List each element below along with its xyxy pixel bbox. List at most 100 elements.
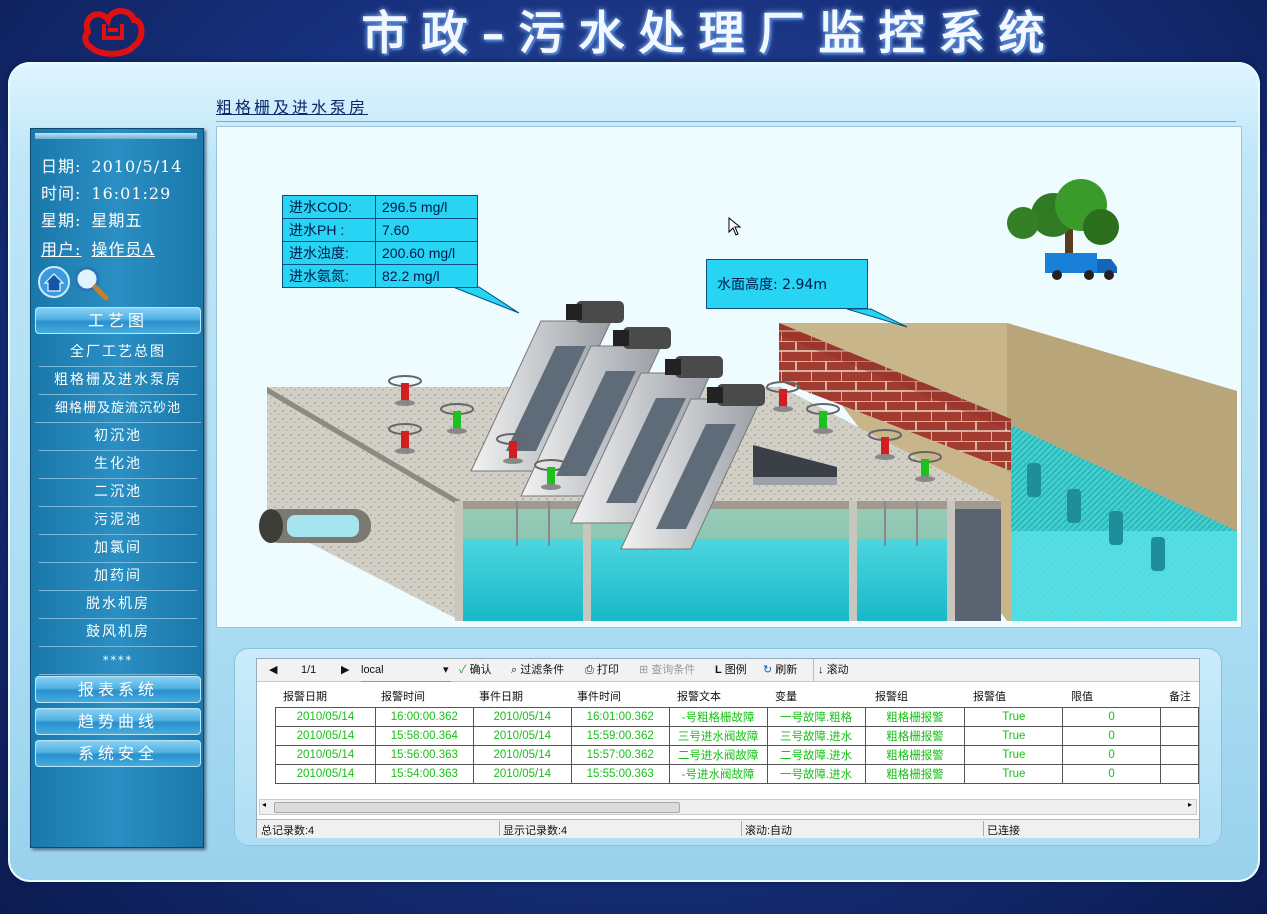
col-header[interactable]: 事件日期: [479, 688, 523, 704]
cell: [1160, 745, 1199, 765]
home-icon[interactable]: [37, 265, 71, 299]
horizontal-scrollbar[interactable]: ◂ ▸: [259, 799, 1197, 815]
scroll-mode: 滚动:自动: [745, 825, 793, 837]
section-report-button[interactable]: 报表系统: [35, 676, 201, 703]
tree-icon: [1007, 179, 1119, 255]
print-label: 打印: [596, 664, 619, 676]
quality-label: 进水氨氮:: [283, 265, 376, 287]
menu-item-overall[interactable]: 全厂工艺总图: [39, 339, 197, 367]
quality-row-turbidity: 进水浊度: 200.60 mg/l: [283, 242, 477, 265]
cell: 2010/05/14: [275, 745, 376, 765]
menu-item-chlorination[interactable]: 加氯间: [39, 535, 197, 563]
quality-row-ammonia: 进水氨氮: 82.2 mg/l: [283, 265, 477, 287]
sidebar-top-edge: [35, 133, 197, 139]
menu-item-dosing[interactable]: 加药间: [39, 563, 197, 591]
prev-page-button[interactable]: ◀: [269, 659, 277, 681]
search-icon: ⌕: [511, 664, 518, 676]
col-header[interactable]: 备注: [1169, 688, 1191, 704]
col-header[interactable]: 事件时间: [577, 688, 621, 704]
cell: 粗格栅报警: [864, 764, 966, 784]
alarm-viewer: ◀ 1/1 ▶ local ▾ ✓ 确认 ⌕ 过滤条件 ⎙ 打印 ⊞ 查询条件 …: [256, 658, 1200, 838]
time-value: 16:01:29: [91, 184, 172, 203]
cell: 一号故障.进水: [766, 764, 866, 784]
cell: 一号故障.粗格: [766, 707, 866, 727]
logo-emblem: [82, 8, 145, 57]
quality-row-cod: 进水COD: 296.5 mg/l: [283, 196, 477, 219]
alarm-row[interactable]: 2010/05/14 15:56:00.363 2010/05/14 15:57…: [275, 745, 1199, 765]
cell: 三号进水阀故障: [668, 726, 768, 746]
col-header[interactable]: 报警文本: [677, 688, 721, 704]
cell: 0: [1062, 707, 1162, 727]
scroll-right-icon[interactable]: ▸: [1188, 800, 1192, 809]
menu-item-fine-screen[interactable]: 细格栅及旋流沉砂池: [35, 395, 201, 423]
section-process-button[interactable]: 工艺图: [35, 307, 201, 334]
check-icon: ✓: [459, 664, 467, 676]
cell: True: [964, 707, 1064, 727]
water-level-callout: 水面高度: 2.94m: [706, 259, 868, 309]
cell: 2010/05/14: [275, 764, 376, 784]
status-divider: [499, 821, 500, 836]
header: 市政–污水处理厂监控系统: [0, 0, 1267, 66]
filter-button[interactable]: ⌕ 过滤条件: [511, 659, 564, 681]
scroll-button[interactable]: ↓ 滚动: [813, 659, 849, 681]
query-button[interactable]: ⊞ 查询条件: [639, 659, 695, 681]
quality-value: 200.60 mg/l: [382, 245, 456, 261]
cell: -号粗格栅故障: [668, 707, 768, 727]
cell: 15:56:00.363: [374, 745, 474, 765]
cell: 2010/05/14: [275, 726, 376, 746]
section-security-button[interactable]: 系统安全: [35, 740, 201, 767]
alarm-row[interactable]: 2010/05/14 16:00:00.362 2010/05/14 16:01…: [275, 707, 1199, 727]
section-trend-button[interactable]: 趋势曲线: [35, 708, 201, 735]
date-label: 日期:: [41, 157, 82, 176]
filter-label: 过滤条件: [520, 664, 565, 676]
menu-item-coarse-screen[interactable]: 粗格栅及进水泵房: [39, 367, 197, 395]
next-page-button[interactable]: ▶: [341, 659, 349, 681]
col-header[interactable]: 变量: [775, 688, 797, 704]
user-row[interactable]: 用户: 操作员A: [41, 236, 155, 260]
cell: True: [964, 745, 1064, 765]
alarm-row[interactable]: 2010/05/14 15:58:00.364 2010/05/14 15:59…: [275, 726, 1199, 746]
alarm-row[interactable]: 2010/05/14 15:54:00.363 2010/05/14 15:55…: [275, 764, 1199, 784]
col-header[interactable]: 报警组: [875, 688, 908, 704]
quality-label: 进水PH :: [283, 219, 376, 241]
page-indicator: 1/1: [301, 664, 317, 676]
cell: 二号故障.进水: [766, 745, 866, 765]
weekday-label: 星期:: [41, 211, 82, 230]
cell: 2010/05/14: [472, 707, 572, 727]
quality-label: 进水COD:: [283, 196, 376, 218]
printer-icon: ⎙: [585, 664, 594, 676]
menu-item-bio-tank[interactable]: 生化池: [39, 451, 197, 479]
menu-item-secondary-clarifier[interactable]: 二沉池: [39, 479, 197, 507]
scroll-left-icon[interactable]: ◂: [262, 800, 266, 809]
col-header[interactable]: 限值: [1071, 688, 1093, 704]
menu-item-primary-clarifier[interactable]: 初沉池: [39, 423, 197, 451]
zoom-icon[interactable]: [73, 265, 109, 301]
cell: -号进水阀故障: [668, 764, 768, 784]
cell: 15:59:00.362: [570, 726, 670, 746]
sidebar: 日期: 2010/5/14 时间: 16:01:29 星期: 星期五 用户: 操作员A …: [30, 128, 204, 848]
col-header[interactable]: 报警值: [973, 688, 1006, 704]
quality-value: 82.2 mg/l: [382, 268, 440, 284]
cell: 15:57:00.362: [570, 745, 670, 765]
legend-button[interactable]: L 图例: [715, 659, 747, 681]
cell: 15:55:00.363: [570, 764, 670, 784]
alarm-grid: 2010/05/14 16:00:00.362 2010/05/14 16:01…: [275, 707, 1199, 784]
menu-item-sludge-tank[interactable]: 污泥池: [39, 507, 197, 535]
query-label: 查询条件: [651, 664, 696, 676]
source-select[interactable]: local ▾: [361, 659, 451, 682]
col-header[interactable]: 报警时间: [381, 688, 425, 704]
quality-row-ph: 进水PH : 7.60: [283, 219, 477, 242]
legend-icon: L: [715, 664, 722, 676]
cell: True: [964, 726, 1064, 746]
cell: [1160, 726, 1199, 746]
print-button[interactable]: ⎙ 打印: [585, 659, 619, 681]
alarm-toolbar: ◀ 1/1 ▶ local ▾ ✓ 确认 ⌕ 过滤条件 ⎙ 打印 ⊞ 查询条件 …: [257, 659, 1199, 682]
menu-item-placeholder[interactable]: ****: [39, 647, 197, 675]
cell: 2010/05/14: [472, 726, 572, 746]
col-header[interactable]: 报警日期: [283, 688, 327, 704]
menu-item-blower[interactable]: 鼓风机房: [39, 619, 197, 647]
scroll-thumb[interactable]: [274, 802, 680, 813]
refresh-button[interactable]: ↻ 刷新: [763, 659, 797, 681]
menu-item-dewatering[interactable]: 脱水机房: [39, 591, 197, 619]
confirm-button[interactable]: ✓ 确认: [459, 659, 492, 681]
